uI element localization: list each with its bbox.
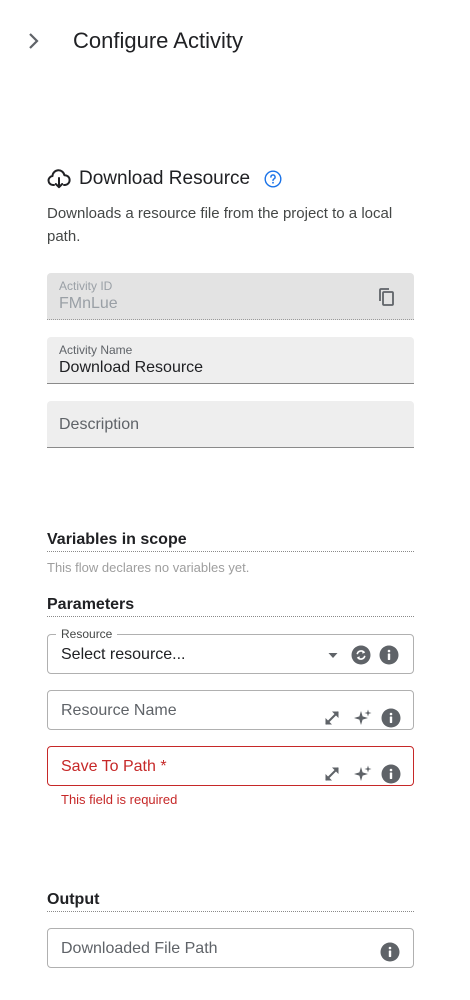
description-placeholder: Description	[59, 416, 140, 433]
info-icon[interactable]	[380, 942, 400, 962]
activity-description: Downloads a resource file from the proje…	[47, 205, 393, 245]
expand-icon[interactable]	[322, 708, 342, 728]
dropdown-arrow-icon[interactable]	[323, 645, 343, 665]
activity-name-label: Activity Name	[59, 343, 133, 357]
sparkle-icon[interactable]	[353, 708, 373, 728]
parameters-heading: Parameters	[47, 596, 414, 617]
activity-title: Download Resource	[79, 168, 251, 189]
resource-value[interactable]: Select resource...	[61, 646, 186, 664]
activity-heading: Download Resource	[47, 166, 282, 192]
chevron-right-icon[interactable]	[24, 31, 44, 51]
sparkle-icon[interactable]	[353, 764, 373, 784]
variables-empty-text: This flow declares no variables yet.	[47, 560, 250, 575]
resource-label: Resource	[56, 627, 118, 641]
output-heading: Output	[47, 891, 414, 912]
copy-icon[interactable]	[376, 286, 398, 308]
page-header: Configure Activity	[0, 0, 470, 84]
info-icon[interactable]	[379, 645, 399, 665]
activity-id-label: Activity ID	[59, 279, 113, 293]
help-icon[interactable]	[264, 170, 282, 188]
activity-id-field: Activity ID FMnLue	[47, 273, 414, 320]
info-icon[interactable]	[381, 708, 401, 728]
activity-id-value: FMnLue	[59, 295, 118, 312]
downloaded-file-path-placeholder: Downloaded File Path	[61, 940, 218, 957]
activity-name-value[interactable]: Download Resource	[59, 359, 203, 377]
info-icon[interactable]	[381, 764, 401, 784]
resource-name-placeholder: Resource Name	[61, 702, 177, 719]
save-to-path-placeholder: Save To Path *	[61, 758, 167, 775]
save-to-path-error: This field is required	[61, 792, 178, 807]
refresh-icon[interactable]	[351, 645, 371, 665]
resource-name-field[interactable]: Resource Name	[47, 690, 414, 730]
cloud-download-icon	[47, 169, 71, 189]
downloaded-file-path-field[interactable]: Downloaded File Path	[47, 928, 414, 968]
activity-name-field[interactable]: Activity Name Download Resource	[47, 337, 414, 384]
description-field[interactable]: Description	[47, 401, 414, 448]
resource-select[interactable]: Resource Select resource...	[47, 627, 414, 674]
expand-icon[interactable]	[322, 764, 342, 784]
page-title: Configure Activity	[73, 28, 243, 53]
save-to-path-field[interactable]: Save To Path *	[47, 746, 414, 786]
variables-heading: Variables in scope	[47, 531, 414, 552]
